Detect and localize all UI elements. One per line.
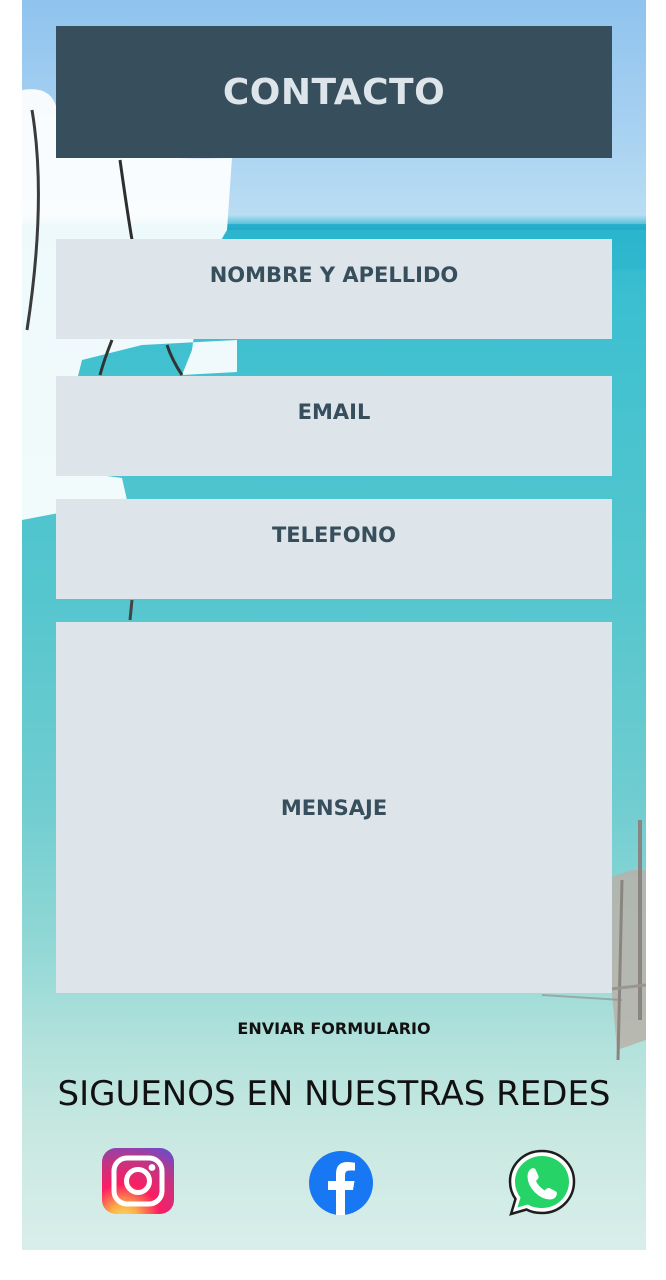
name-field[interactable]: NOMBRE Y APELLIDO	[56, 239, 612, 339]
facebook-icon	[309, 1151, 373, 1215]
email-field[interactable]: EMAIL	[56, 376, 612, 476]
phone-field[interactable]: TELEFONO	[56, 499, 612, 599]
instagram-icon	[102, 1148, 174, 1214]
submit-button[interactable]: ENVIAR FORMULARIO	[56, 1013, 612, 1043]
facebook-link[interactable]	[308, 1148, 380, 1220]
name-field-placeholder: NOMBRE Y APELLIDO	[209, 263, 459, 287]
whatsapp-icon	[508, 1149, 576, 1216]
message-field-placeholder: MENSAJE	[280, 795, 388, 820]
message-field[interactable]: MENSAJE	[56, 622, 612, 993]
contact-page: CONTACTO NOMBRE Y APELLIDO EMAIL TELEFON…	[22, 0, 646, 1250]
page-title: CONTACTO	[222, 71, 446, 113]
header-banner: CONTACTO	[56, 26, 612, 158]
email-field-placeholder: EMAIL	[297, 400, 371, 424]
social-heading: SIGUENOS EN NUESTRAS REDES	[57, 1074, 611, 1114]
whatsapp-link[interactable]	[506, 1148, 578, 1220]
phone-field-placeholder: TELEFONO	[271, 523, 397, 547]
instagram-link[interactable]	[102, 1148, 174, 1220]
